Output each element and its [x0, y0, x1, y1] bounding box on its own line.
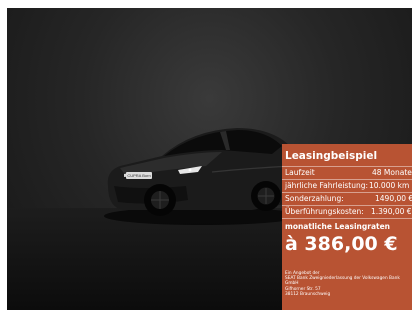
license-plate: CUPRA Born	[126, 172, 152, 179]
dealer-line: SEAT Bank Zweigniederlassung der Volkswa…	[285, 276, 400, 282]
row-label: jährliche Fahrleistung:	[285, 181, 369, 190]
dealer-info: Ein Angebot der SEAT Bank Zweigniederlas…	[285, 271, 411, 297]
row-label: Laufzeit	[285, 168, 315, 177]
row-value: 1490,00 €	[375, 194, 412, 203]
offer-row-term: Laufzeit 48 Monate	[285, 167, 412, 179]
monthly-rate-price: à 386,00 €	[285, 233, 398, 255]
row-value: 48 Monate	[372, 168, 412, 177]
offer-row-mileage: jährliche Fahrleistung: 10.000 km	[285, 180, 412, 192]
offer-row-transfer-costs: Überführungskosten: 1.390,00 €	[285, 206, 412, 218]
offer-row-down-payment: Sonderzahlung: 1490,00 €	[285, 193, 412, 205]
dealer-line: 38112 Braunschweig	[285, 291, 331, 297]
monthly-rate-label: monatliche Leasingraten	[285, 222, 391, 231]
offer-title: Leasingbeispiel	[285, 150, 378, 162]
car-illustration: CUPRA Born	[102, 116, 302, 226]
leasing-offer-panel: Leasingbeispiel Laufzeit 48 Monate jährl…	[282, 144, 412, 310]
row-label: Überführungskosten:	[285, 207, 364, 216]
row-value: 1.390,00 €	[371, 207, 412, 216]
row-value: 10.000 km	[369, 181, 410, 190]
row-label: Sonderzahlung:	[285, 194, 344, 203]
divider	[282, 218, 412, 219]
car-icon	[104, 128, 300, 225]
